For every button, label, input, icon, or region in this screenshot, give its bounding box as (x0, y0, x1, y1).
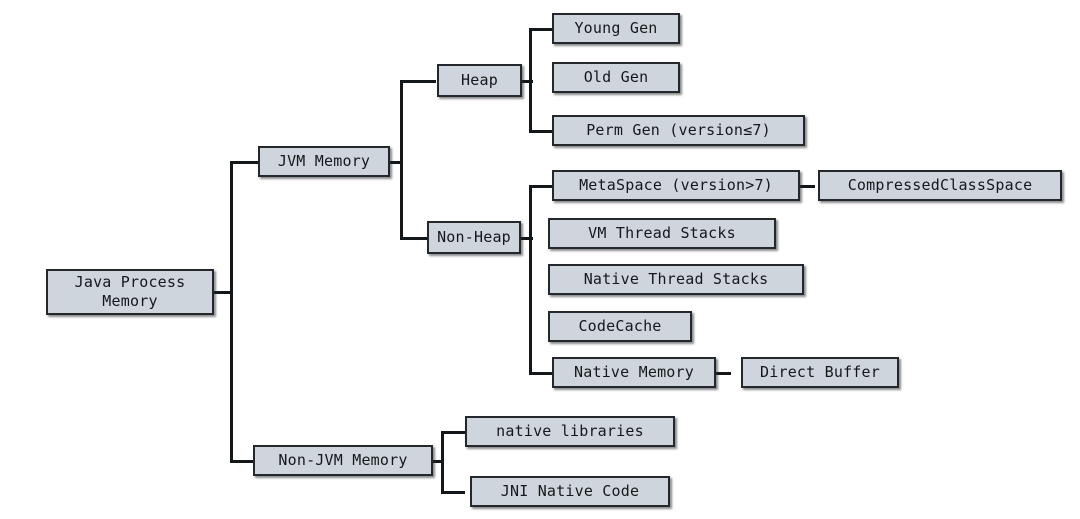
node-perm-gen[interactable]: Perm Gen (version≤7) (552, 115, 805, 146)
node-direct-buffer[interactable]: Direct Buffer (741, 357, 899, 388)
connector-heap-to-perm-gen (529, 130, 553, 133)
connector-non-jvm-bracket-vertical (441, 431, 444, 494)
node-vm-thread-stacks[interactable]: VM Thread Stacks (548, 218, 776, 249)
node-codecache[interactable]: CodeCache (548, 311, 692, 342)
node-java-process-memory[interactable]: Java Process Memory (46, 269, 214, 315)
connector-root-to-jvm-memory (230, 161, 258, 164)
connector-jvm-to-heap (400, 80, 436, 83)
node-metaspace[interactable]: MetaSpace (version>7) (552, 170, 800, 201)
node-old-gen[interactable]: Old Gen (552, 62, 680, 93)
connector-heap-bracket-vertical (529, 28, 532, 133)
node-compressedclassspace[interactable]: CompressedClassSpace (818, 170, 1062, 201)
connector-non-heap-to-metaspace (529, 185, 553, 188)
node-jni-native-code[interactable]: JNI Native Code (470, 476, 670, 507)
node-native-libraries[interactable]: native libraries (465, 416, 675, 447)
node-native-memory[interactable]: Native Memory (552, 357, 716, 388)
node-native-thread-stacks[interactable]: Native Thread Stacks (548, 264, 804, 295)
node-young-gen[interactable]: Young Gen (552, 13, 680, 44)
connector-jvm-bracket-vertical (400, 80, 403, 239)
node-non-heap[interactable]: Non-Heap (427, 221, 521, 254)
diagram-canvas: Java Process Memory JVM Memory Non-JVM M… (0, 0, 1080, 519)
connector-non-jvm-to-jni-native-code (441, 491, 465, 494)
connector-non-jvm-to-native-libraries (441, 431, 465, 434)
connector-native-memory-to-direct-buffer (716, 372, 731, 375)
node-non-jvm-memory[interactable]: Non-JVM Memory (253, 445, 433, 476)
node-jvm-memory[interactable]: JVM Memory (258, 146, 390, 177)
connector-metaspace-to-compressedclassspace (800, 185, 815, 188)
connector-jvm-to-non-heap (400, 237, 428, 240)
connector-non-heap-bracket-vertical (529, 185, 532, 374)
connector-heap-to-young-gen (529, 28, 553, 31)
connector-root-bracket-vertical (230, 161, 233, 463)
node-heap[interactable]: Heap (437, 64, 522, 97)
connector-non-heap-to-native-memory (529, 372, 553, 375)
